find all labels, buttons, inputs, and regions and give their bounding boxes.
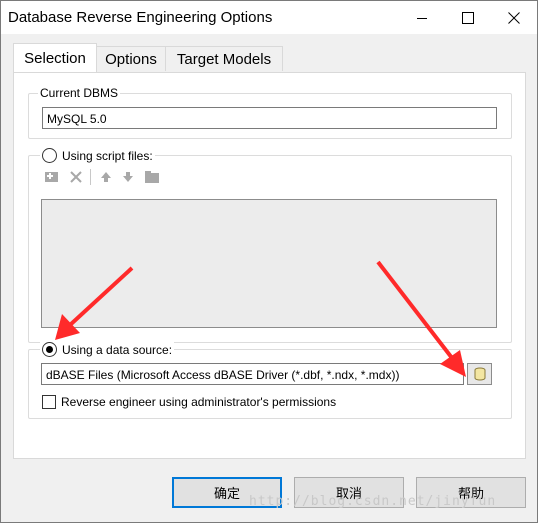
- data-source-radio-button[interactable]: [42, 342, 57, 357]
- add-file-icon[interactable]: [44, 169, 60, 185]
- tab-target-models-label: Target Models: [176, 50, 272, 68]
- current-dbms-value: MySQL 5.0: [47, 112, 107, 126]
- data-source-value: dBASE Files (Microsoft Access dBASE Driv…: [46, 368, 400, 382]
- admin-permissions-label: Reverse engineer using administrator's p…: [61, 395, 337, 409]
- current-dbms-label: Current DBMS: [40, 86, 119, 100]
- ok-button-label: 确定: [213, 487, 240, 502]
- tab-options-label: Options: [105, 50, 157, 68]
- folder-icon[interactable]: [144, 169, 160, 185]
- dialog-window: Database Reverse Engineering Options Sel…: [0, 0, 538, 523]
- minimize-icon: [417, 17, 427, 19]
- current-dbms-field: MySQL 5.0: [42, 107, 497, 129]
- cancel-button[interactable]: 取消: [294, 477, 404, 508]
- data-source-field: dBASE Files (Microsoft Access dBASE Driv…: [41, 363, 464, 385]
- script-files-radio[interactable]: Using script files:: [40, 147, 155, 164]
- admin-permissions-checkbox[interactable]: [42, 395, 56, 409]
- toolbar-separator: [90, 169, 91, 185]
- tab-bar: Selection Options Target Models: [13, 43, 525, 73]
- tab-selection-label: Selection: [24, 49, 86, 67]
- window-title: Database Reverse Engineering Options: [8, 9, 273, 26]
- close-icon: [508, 11, 520, 24]
- script-files-list: [41, 199, 497, 328]
- cancel-button-label: 取消: [335, 487, 362, 502]
- help-button-label: 帮助: [457, 487, 484, 502]
- tab-options[interactable]: Options: [95, 46, 167, 71]
- current-dbms-legend: Current DBMS: [38, 85, 121, 101]
- move-down-icon[interactable]: [120, 169, 136, 185]
- selection-tab-page: Current DBMS MySQL 5.0 Using script file…: [13, 72, 526, 459]
- maximize-icon: [462, 11, 474, 24]
- tab-selection[interactable]: Selection: [13, 43, 97, 72]
- browse-data-source-button[interactable]: [467, 363, 492, 385]
- script-files-label: Using script files:: [62, 148, 153, 163]
- script-files-radio-button[interactable]: [42, 148, 57, 163]
- help-button[interactable]: 帮助: [416, 477, 526, 508]
- data-source-radio[interactable]: Using a data source:: [40, 341, 175, 358]
- ok-button[interactable]: 确定: [172, 477, 282, 508]
- delete-icon[interactable]: [68, 169, 84, 185]
- close-button[interactable]: [491, 1, 537, 34]
- data-source-label: Using a data source:: [62, 342, 173, 357]
- title-bar: Database Reverse Engineering Options: [1, 1, 537, 34]
- maximize-button[interactable]: [445, 1, 491, 34]
- minimize-button[interactable]: [399, 1, 445, 34]
- script-toolbar: [44, 169, 174, 185]
- move-up-icon[interactable]: [98, 169, 114, 185]
- database-icon: [474, 367, 485, 381]
- tab-target-models[interactable]: Target Models: [165, 46, 283, 71]
